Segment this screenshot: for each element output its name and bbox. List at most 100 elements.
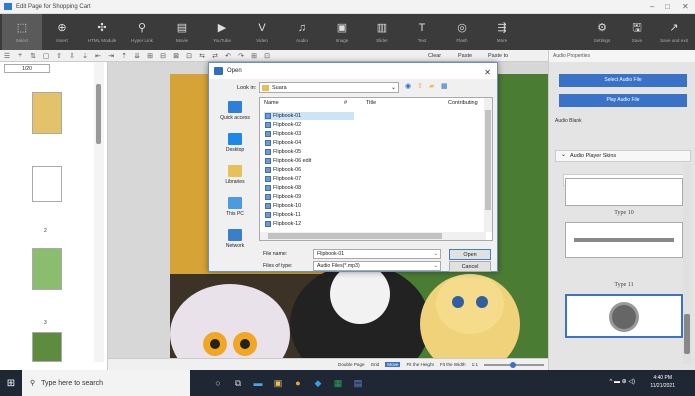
look-in-dropdown[interactable]: Suara ⌄ bbox=[259, 82, 399, 93]
table-icon[interactable]: ⊞ bbox=[250, 52, 258, 60]
zoom-slider-handle[interactable] bbox=[510, 361, 516, 368]
file-item[interactable]: Flipbook-06 edit bbox=[264, 157, 344, 165]
place-quick-access[interactable]: Quick access bbox=[215, 101, 255, 121]
grid-toggle[interactable]: Grid bbox=[371, 362, 380, 367]
cancel-button[interactable]: Cancel bbox=[449, 261, 491, 272]
align-left-icon[interactable]: ⇤ bbox=[94, 52, 102, 60]
fit-icon[interactable]: ⊡ bbox=[263, 52, 271, 60]
ribbon-hyperlink-button[interactable]: ⚲ Hyper Link bbox=[122, 14, 162, 50]
play-audio-button[interactable]: Play Audio File bbox=[559, 94, 687, 107]
edge-icon[interactable]: ◆ bbox=[308, 370, 328, 396]
page-thumbnail-1[interactable] bbox=[32, 92, 62, 134]
ribbon-flash-button[interactable]: ◎ Flash bbox=[442, 14, 482, 50]
ribbon-video-button[interactable]: V Video bbox=[242, 14, 282, 50]
page-thumbnail-1b[interactable] bbox=[32, 166, 62, 202]
ribbon-text-button[interactable]: T Text bbox=[402, 14, 442, 50]
skin-template-11[interactable] bbox=[565, 222, 683, 258]
select-audio-button[interactable]: Select Audio File bbox=[559, 74, 687, 87]
grid-icon[interactable]: ⊞ bbox=[146, 52, 154, 60]
paste-button[interactable]: Paste bbox=[458, 50, 472, 62]
file-item[interactable]: Flipbook-04 bbox=[264, 139, 344, 147]
taskbar-search-box[interactable]: ⚲ Type here to search bbox=[22, 370, 190, 396]
properties-scrollbar[interactable] bbox=[683, 164, 691, 364]
pages-scroll-thumb[interactable] bbox=[96, 84, 101, 144]
place-libraries[interactable]: Libraries bbox=[215, 165, 255, 185]
file-item[interactable]: Flipbook-05 bbox=[264, 148, 344, 156]
layer-icon[interactable]: ⊡ bbox=[185, 52, 193, 60]
page-thumbnail-3[interactable] bbox=[32, 332, 62, 362]
file-list-hscroll[interactable] bbox=[260, 232, 486, 240]
file-item[interactable]: Flipbook-06 bbox=[264, 166, 344, 174]
align-top-icon[interactable]: ⇡ bbox=[120, 52, 128, 60]
ribbon-save-exit-button[interactable]: ↗ Save and exit bbox=[654, 14, 694, 50]
flipbook-app-icon[interactable]: ▤ bbox=[348, 370, 368, 396]
system-tray[interactable]: ^ ▬ ⊕ ◁) bbox=[610, 378, 635, 385]
view-menu-icon[interactable]: ▦ bbox=[441, 82, 448, 90]
file-item[interactable]: Flipbook-12 bbox=[264, 220, 344, 228]
distribute-icon[interactable]: ⇊ bbox=[133, 52, 141, 60]
align-right-icon[interactable]: ⇥ bbox=[107, 52, 115, 60]
align-bottom-icon[interactable]: ⇣ bbox=[81, 52, 89, 60]
actual-size-button[interactable]: 1:1 bbox=[472, 362, 478, 367]
file-item[interactable]: Flipbook-09 bbox=[264, 193, 344, 201]
file-item[interactable]: Flipbook-10 bbox=[264, 202, 344, 210]
file-name-input[interactable]: Flipbook-01 ⌄ bbox=[313, 249, 441, 259]
double-page-toggle[interactable]: Double Page bbox=[338, 362, 365, 367]
fit-width-button[interactable]: Fit the Width bbox=[440, 362, 466, 367]
file-explorer-icon[interactable]: ▣ bbox=[268, 370, 288, 396]
chrome-icon[interactable]: ● bbox=[288, 370, 308, 396]
properties-scroll-thumb[interactable] bbox=[684, 314, 690, 354]
ribbon-youtube-button[interactable]: ▶ YouTube bbox=[202, 14, 242, 50]
clear-button[interactable]: Clear bbox=[428, 50, 441, 62]
ribbon-settings-button[interactable]: ⚙ Settings bbox=[582, 14, 622, 50]
fit-height-button[interactable]: Fit the Height bbox=[406, 362, 433, 367]
ribbon-audio-button[interactable]: ♫ Audio bbox=[282, 14, 322, 50]
audio-skins-section[interactable]: Audio Player Skins bbox=[555, 150, 691, 162]
open-button[interactable]: Open bbox=[449, 249, 491, 260]
column-contributing[interactable]: Contributing bbox=[448, 100, 478, 106]
zoom-slider[interactable] bbox=[484, 361, 544, 368]
add-page-icon[interactable]: + bbox=[16, 52, 24, 59]
move-toggle[interactable]: Move bbox=[385, 362, 401, 367]
close-button[interactable]: ✕ bbox=[682, 2, 689, 11]
file-list[interactable]: ^ Name # Title Contributing Flipbook-01 … bbox=[259, 97, 493, 241]
place-desktop[interactable]: Desktop bbox=[215, 133, 255, 153]
move-up-icon[interactable]: ⇧ bbox=[55, 52, 63, 60]
dialog-close-icon[interactable]: ✕ bbox=[484, 65, 491, 81]
file-type-select[interactable]: Audio Files(*.mp3) ⌄ bbox=[313, 261, 441, 271]
ungroup-icon[interactable]: ⊟ bbox=[159, 52, 167, 60]
ribbon-save-button[interactable]: 🖫 Save bbox=[617, 14, 657, 50]
maximize-button[interactable]: □ bbox=[665, 2, 670, 11]
place-network[interactable]: Network bbox=[215, 229, 255, 249]
file-item[interactable]: Flipbook-08 bbox=[264, 184, 344, 192]
file-item[interactable]: Flipbook-03 bbox=[264, 130, 344, 138]
column-name[interactable]: Name bbox=[264, 100, 279, 106]
undo-icon[interactable]: ↶ bbox=[224, 52, 232, 60]
skin-template-12[interactable] bbox=[565, 294, 683, 338]
ribbon-insert-button[interactable]: ⊕ Insert bbox=[42, 14, 82, 50]
cortana-icon[interactable]: ○ bbox=[208, 370, 228, 396]
flip-h-icon[interactable]: ⇆ bbox=[198, 52, 206, 60]
file-item[interactable]: Flipbook-01 bbox=[264, 112, 354, 120]
ribbon-more-button[interactable]: ⇶ More bbox=[482, 14, 522, 50]
flip-v-icon[interactable]: ⇄ bbox=[211, 52, 219, 60]
file-item[interactable]: Flipbook-02 bbox=[264, 121, 344, 129]
new-folder-icon[interactable]: ▰ bbox=[429, 82, 434, 90]
ribbon-slider-button[interactable]: ▥ Slider bbox=[362, 14, 402, 50]
frame-icon[interactable]: ▢ bbox=[42, 52, 50, 60]
vscroll-thumb[interactable] bbox=[485, 110, 491, 210]
back-icon[interactable]: ◉ bbox=[405, 82, 411, 90]
taskbar-app-icon[interactable]: ▬ bbox=[248, 370, 268, 396]
windows-start-icon[interactable]: ⊞ bbox=[0, 370, 22, 396]
place-this-pc[interactable]: This PC bbox=[215, 197, 255, 217]
ribbon-movie-button[interactable]: ▤ Movie bbox=[162, 14, 202, 50]
ribbon-html-module-button[interactable]: ✣ HTML Module bbox=[82, 14, 122, 50]
move-down-icon[interactable]: ⇩ bbox=[68, 52, 76, 60]
skin-template-10[interactable] bbox=[565, 178, 683, 206]
file-item[interactable]: Flipbook-11 bbox=[264, 211, 344, 219]
file-item[interactable]: Flipbook-07 bbox=[264, 175, 344, 183]
task-view-icon[interactable]: ⧉ bbox=[228, 370, 248, 396]
hscroll-thumb[interactable] bbox=[268, 233, 442, 239]
excel-icon[interactable]: ▦ bbox=[328, 370, 348, 396]
swap-icon[interactable]: ⇅ bbox=[29, 52, 37, 60]
